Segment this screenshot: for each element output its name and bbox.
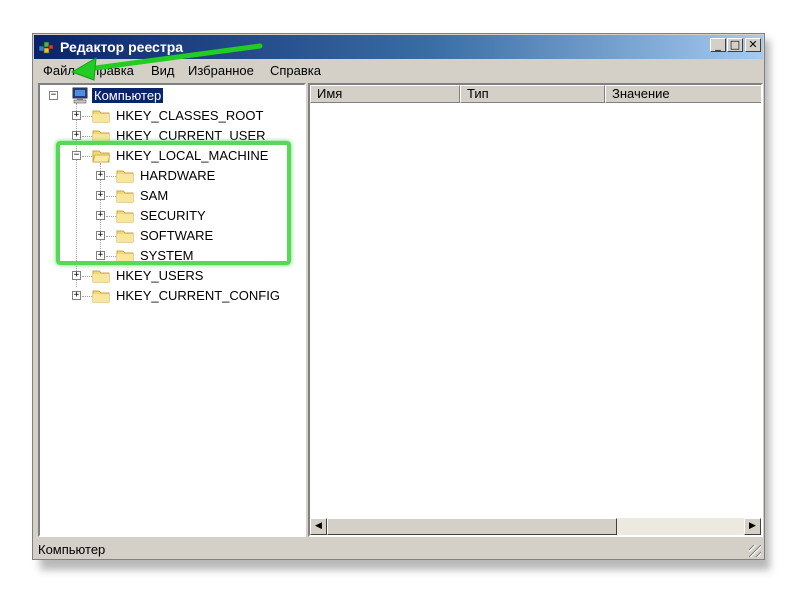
expand-toggle[interactable]: + bbox=[72, 291, 81, 300]
folder-icon bbox=[92, 290, 110, 303]
tree-label-hive: HKEY_CURRENT_CONFIG bbox=[116, 288, 280, 303]
close-button[interactable]: ✕ bbox=[745, 38, 761, 52]
menu-favorites[interactable]: Избранное bbox=[188, 63, 254, 78]
folder-icon bbox=[92, 110, 110, 123]
horizontal-scrollbar[interactable]: ◀ ▶ bbox=[310, 518, 761, 535]
column-header-type[interactable]: Тип bbox=[460, 85, 605, 103]
title-bar[interactable]: Редактор реестра _ □ ✕ bbox=[34, 35, 763, 59]
menu-view[interactable]: Вид bbox=[151, 63, 175, 78]
maximize-button[interactable]: □ bbox=[727, 38, 743, 52]
expand-toggle[interactable]: + bbox=[72, 131, 81, 140]
expand-toggle[interactable]: + bbox=[72, 271, 81, 280]
column-header-value[interactable]: Значение bbox=[605, 85, 761, 103]
status-bar: Компьютер bbox=[34, 539, 763, 559]
tree-label-computer: Компьютер bbox=[90, 87, 165, 104]
menu-edit[interactable]: Правка bbox=[90, 63, 134, 78]
column-header-name[interactable]: Имя bbox=[310, 85, 460, 103]
scroll-right-button[interactable]: ▶ bbox=[744, 518, 761, 535]
resize-grip[interactable] bbox=[749, 545, 761, 557]
folder-icon bbox=[92, 270, 110, 283]
menu-file[interactable]: Файл bbox=[43, 63, 75, 78]
scroll-thumb[interactable] bbox=[327, 518, 617, 535]
window-title: Редактор реестра bbox=[60, 39, 184, 55]
computer-icon bbox=[72, 87, 88, 104]
expand-toggle[interactable]: + bbox=[72, 111, 81, 120]
scroll-left-button[interactable]: ◀ bbox=[310, 518, 327, 535]
tree-label-hive: HKEY_CLASSES_ROOT bbox=[116, 108, 264, 123]
menu-help[interactable]: Справка bbox=[270, 63, 321, 78]
highlight-box bbox=[56, 141, 291, 265]
collapse-toggle[interactable]: − bbox=[49, 91, 58, 100]
registry-editor-icon bbox=[38, 41, 54, 54]
status-text: Компьютер bbox=[38, 542, 106, 557]
minimize-button[interactable]: _ bbox=[710, 38, 726, 52]
registry-editor-window: Редактор реестра _ □ ✕ Файл Правка Вид И… bbox=[32, 33, 765, 560]
values-list-pane[interactable]: Имя Тип Значение ◀ ▶ bbox=[308, 83, 763, 537]
menu-bar: Файл Правка Вид Избранное Справка bbox=[34, 59, 763, 81]
tree-label-hive: HKEY_USERS bbox=[116, 268, 204, 283]
